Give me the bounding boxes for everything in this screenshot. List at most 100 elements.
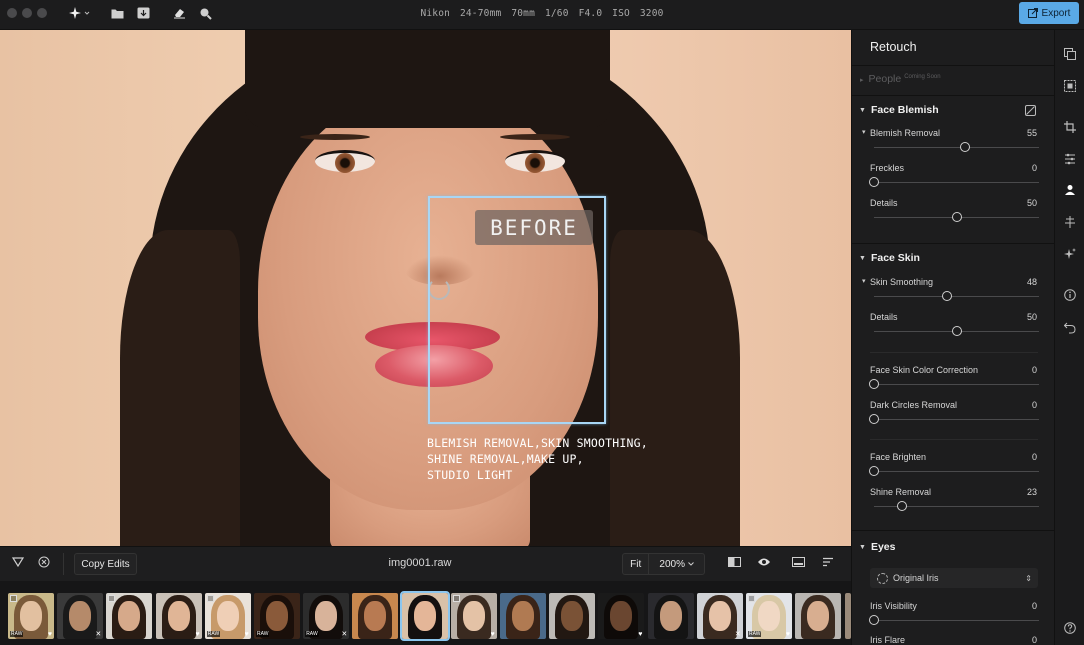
fit-button[interactable]: Fit [623, 554, 650, 574]
filmstrip-thumbnail[interactable] [106, 593, 153, 639]
reject-mark-icon[interactable]: ✕ [341, 630, 347, 638]
heart-icon[interactable]: ♥ [48, 631, 52, 638]
heart-icon[interactable]: ♥ [491, 631, 495, 638]
exif-shutter: 1/60 [544, 8, 569, 19]
slider-track[interactable] [874, 147, 1039, 148]
thumbnail-face [758, 601, 780, 631]
select-checkbox[interactable] [108, 595, 116, 602]
eraser-icon[interactable] [172, 5, 186, 21]
slider-handle[interactable] [941, 291, 952, 301]
filmstrip-thumbnail[interactable]: ♥ [598, 593, 645, 639]
filmstrip-thumbnail[interactable] [500, 593, 546, 639]
filmstrip-thumbnail[interactable]: RAW ♥ [746, 593, 792, 639]
search-icon[interactable] [198, 5, 212, 21]
zoom-dropdown[interactable]: 200% [649, 554, 704, 574]
filmstrip-thumbnail[interactable] [647, 593, 694, 639]
face-skin-header[interactable]: ▼ Face Skin [859, 252, 920, 264]
folder-icon[interactable] [110, 5, 124, 21]
filmstrip-thumbnail[interactable] [549, 593, 596, 639]
reject-icon[interactable] [38, 556, 50, 571]
thumbnail-face [118, 601, 141, 631]
window-zoom-button[interactable] [37, 8, 47, 18]
filmstrip-thumbnail[interactable] [399, 591, 450, 641]
slider-label: Iris Flare [870, 635, 906, 645]
adjust-icon[interactable] [1063, 152, 1077, 166]
slider-track[interactable] [874, 296, 1039, 297]
heart-icon[interactable]: ♥ [786, 631, 790, 638]
left-eye [315, 150, 375, 173]
thumbnail-face [561, 601, 584, 631]
heart-icon[interactable]: ♥ [638, 631, 642, 638]
chevron-down-icon [688, 562, 694, 566]
heart-icon[interactable]: ♥ [245, 631, 249, 638]
transform-icon[interactable] [1063, 215, 1077, 229]
window-close-button[interactable] [7, 8, 17, 18]
info-icon[interactable] [1063, 288, 1077, 302]
select-checkbox[interactable] [206, 595, 214, 602]
select-checkbox[interactable] [10, 595, 17, 602]
exif-iso: ISO 3200 [612, 8, 664, 19]
select-icon[interactable] [1063, 79, 1077, 93]
filmstrip-thumbnail[interactable]: ✕ [696, 593, 743, 639]
import-icon[interactable] [136, 5, 150, 21]
top-toolbar: Nikon 24-70mm 70mm 1/60 F4.0 ISO 3200 Ex… [0, 0, 1084, 30]
filmstrip-thumbnail[interactable]: RAW ♥ [204, 593, 251, 639]
photo-canvas[interactable]: BEFORE BLEMISH REMOVAL,SKIN SMOOTHING, S… [0, 30, 851, 546]
filmstrip-thumbnail[interactable]: RAW ♥ [8, 593, 54, 639]
crop-icon[interactable] [1063, 120, 1077, 134]
filmstrip-thumbnail[interactable]: ♥ [450, 593, 497, 639]
face-blemish-header[interactable]: ▼ Face Blemish [859, 104, 939, 116]
slider-handle[interactable] [951, 326, 962, 336]
filmstrip-thumbnail[interactable]: RAW ✕ [303, 593, 350, 639]
reject-mark-icon[interactable]: ✕ [95, 630, 101, 638]
sort-icon[interactable] [822, 556, 834, 570]
filmstrip-thumbnail[interactable]: ♥ [155, 593, 202, 639]
compare-split-icon[interactable] [728, 556, 741, 570]
caption-line: BLEMISH REMOVAL,SKIN SMOOTHING, [427, 436, 648, 450]
toolbar-divider [63, 553, 64, 575]
sparkle-menu-icon[interactable] [66, 5, 92, 21]
slider-track[interactable] [874, 384, 1039, 385]
select-checkbox[interactable] [452, 595, 460, 602]
slider-track[interactable] [874, 471, 1039, 472]
slider-label: Face Brighten [870, 452, 927, 462]
help-icon[interactable] [1063, 621, 1077, 635]
slider-handle[interactable] [951, 212, 962, 222]
heart-icon[interactable]: ♥ [195, 631, 199, 638]
eye-icon[interactable] [757, 556, 771, 570]
select-checkbox[interactable] [748, 595, 755, 602]
eyes-header[interactable]: ▼ Eyes [859, 541, 895, 553]
window-minimize-button[interactable] [22, 8, 32, 18]
copy-edits-button[interactable]: Copy Edits [74, 553, 137, 575]
divider [852, 95, 1054, 96]
undo-icon[interactable] [1063, 321, 1077, 335]
slider-handle[interactable] [869, 414, 879, 424]
filmstrip-toggle-icon[interactable] [792, 556, 805, 570]
chevron-down-icon: ▼ [859, 107, 866, 114]
slider-track[interactable] [874, 620, 1039, 621]
ai-sparkle-icon[interactable] [1063, 247, 1077, 261]
filmstrip-thumbnail[interactable]: RAW [254, 593, 300, 639]
filmstrip-thumbnail[interactable]: ✕ [57, 593, 104, 639]
slider-handle[interactable] [897, 501, 908, 511]
export-button[interactable]: Export [1019, 2, 1079, 24]
reject-mark-icon[interactable]: ✕ [735, 630, 741, 638]
slider-handle[interactable] [869, 379, 879, 389]
thumbnail-face [167, 601, 190, 631]
people-section: ▸ People Coming Soon [860, 73, 941, 85]
slider-handle[interactable] [869, 615, 879, 625]
thumbnail-face [69, 601, 92, 631]
filter-icon[interactable] [11, 556, 25, 570]
slider-label: Details [870, 312, 898, 322]
filmstrip-thumbnail[interactable] [352, 593, 399, 639]
slider-handle[interactable] [869, 466, 879, 476]
slider-handle[interactable] [869, 177, 879, 187]
layers-icon[interactable] [1063, 47, 1077, 61]
slider-track[interactable] [874, 419, 1039, 420]
iris-select[interactable]: Original Iris ⇕ [870, 568, 1038, 588]
slider-track[interactable] [874, 182, 1039, 183]
brush-edit-icon[interactable] [1025, 105, 1036, 116]
portrait-icon[interactable] [1063, 183, 1077, 197]
slider-handle[interactable] [959, 142, 970, 152]
filmstrip-thumbnail[interactable] [795, 593, 842, 639]
